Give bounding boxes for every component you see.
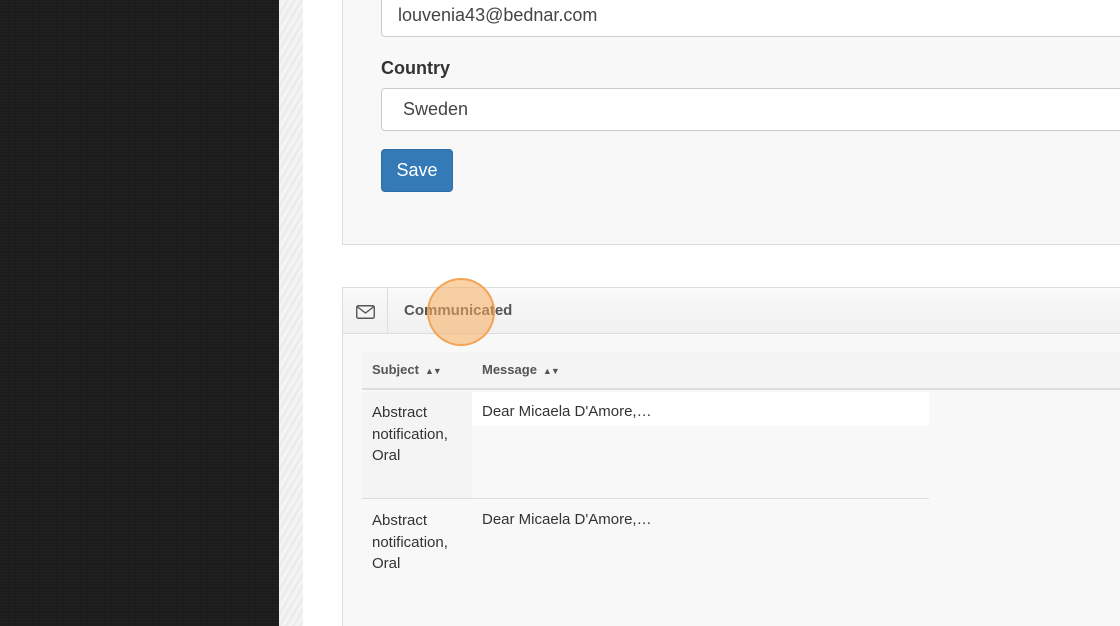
table-row[interactable]: Abstract notification, Oral Dear Micaela… xyxy=(362,392,929,499)
email-field[interactable]: louvenia43@bednar.com xyxy=(381,0,1120,37)
country-select[interactable]: Sweden xyxy=(381,88,1120,131)
table-row[interactable]: Abstract notification, Oral Dear Micaela… xyxy=(362,500,929,610)
country-label: Country xyxy=(381,58,450,78)
profile-form-panel: louvenia43@bednar.com Country Sweden Sav… xyxy=(342,0,1120,245)
subject-cell: Abstract notification, Oral xyxy=(362,392,472,498)
subject-cell: Abstract notification, Oral xyxy=(372,512,448,572)
communicated-panel-header: Communicated xyxy=(343,288,1120,334)
sort-icon[interactable]: ▲▼ xyxy=(543,366,560,376)
message-cell: Dear Micaela D'Amore,… xyxy=(472,392,929,426)
sort-icon[interactable]: ▲▼ xyxy=(425,366,442,376)
column-header-message-label: Message xyxy=(482,362,537,377)
page-gutter xyxy=(279,0,303,626)
background-backdrop xyxy=(0,0,279,626)
column-header-subject-label: Subject xyxy=(372,362,419,377)
communicated-panel: Communicated Subject ▲▼ Message ▲▼ Abstrac… xyxy=(342,287,1120,626)
column-header-subject[interactable]: Subject ▲▼ xyxy=(372,352,442,389)
communicated-title[interactable]: Communicated xyxy=(404,288,512,333)
table-header: Subject ▲▼ Message ▲▼ xyxy=(362,352,1120,390)
envelope-icon-box xyxy=(343,288,388,333)
main-content: louvenia43@bednar.com Country Sweden Sav… xyxy=(303,0,1120,626)
message-cell: Dear Micaela D'Amore,… xyxy=(482,511,652,528)
envelope-icon xyxy=(356,305,375,319)
column-header-message[interactable]: Message ▲▼ xyxy=(482,352,560,389)
save-button[interactable]: Save xyxy=(381,149,453,192)
